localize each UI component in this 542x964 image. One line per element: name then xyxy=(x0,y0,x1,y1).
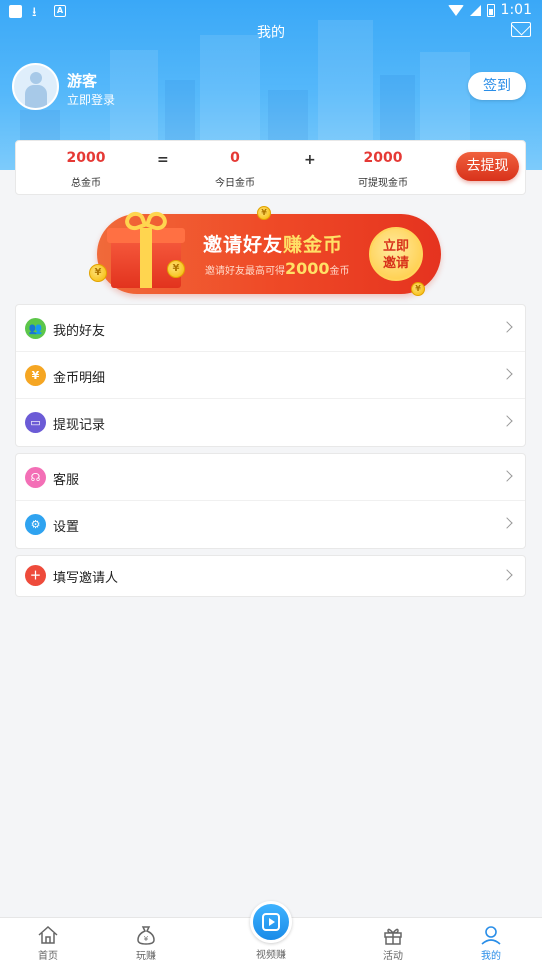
coin-summary-card: 2000 总金币 = 0 今日金币 + 2000 可提现金币 去提现 xyxy=(15,140,526,195)
menu-item-fill-inviter[interactable]: ＋ 填写邀请人 xyxy=(16,556,525,596)
menu-item-friends[interactable]: 👥 我的好友 xyxy=(16,305,525,352)
person-icon xyxy=(481,926,501,945)
chevron-right-icon xyxy=(501,517,513,529)
mail-icon[interactable] xyxy=(511,22,531,37)
coin-icon: ¥ xyxy=(411,282,425,296)
chevron-right-icon xyxy=(501,368,513,380)
today-coins-value: 0 xyxy=(230,150,240,166)
friends-icon: 👥 xyxy=(25,318,46,339)
notification-square-icon xyxy=(9,5,22,18)
video-play-icon xyxy=(262,913,280,931)
tab-video-earn[interactable] xyxy=(250,901,292,943)
money-bag-icon: ¥ xyxy=(137,926,155,945)
invite-line2: 邀请 xyxy=(382,256,409,271)
tab-mine[interactable]: 我的 xyxy=(451,918,531,964)
login-link[interactable]: 立即登录 xyxy=(67,91,115,108)
chevron-right-icon xyxy=(501,470,513,482)
gear-icon: ⚙ xyxy=(25,514,46,535)
withdrawable-coins: 2000 可提现金币 xyxy=(333,150,433,189)
withdrawable-coins-value: 2000 xyxy=(363,150,403,166)
invite-line1: 立即 xyxy=(382,239,409,254)
menu-item-label: 我的好友 xyxy=(53,324,106,339)
today-coins: 0 今日金币 xyxy=(185,150,285,189)
coin-icon: ¥ xyxy=(89,264,107,282)
tab-label: 视频赚 xyxy=(256,950,286,961)
banner-title-part2: 赚金币 xyxy=(283,234,344,256)
tab-play-earn[interactable]: ¥ 玩赚 xyxy=(106,918,186,964)
menu-item-label: 金币明细 xyxy=(53,371,106,386)
gift-icon xyxy=(384,928,402,945)
menu-item-customer-service[interactable]: ☊ 客服 xyxy=(16,454,525,501)
avatar[interactable] xyxy=(12,63,59,110)
plus-sign: + xyxy=(304,152,316,168)
chevron-right-icon xyxy=(501,321,513,333)
banner-subtitle-prefix: 邀请好友最高可得 xyxy=(205,266,285,277)
battery-icon xyxy=(486,3,495,17)
checkin-button[interactable]: 签到 xyxy=(468,72,526,100)
total-coins-label: 总金币 xyxy=(71,178,101,189)
withdraw-button[interactable]: 去提现 xyxy=(456,152,519,181)
equals-sign: = xyxy=(157,152,169,168)
menu-item-label: 设置 xyxy=(53,520,80,535)
banner-subtitle-suffix: 金币 xyxy=(329,266,350,277)
total-coins-value: 2000 xyxy=(66,150,106,166)
headset-icon: ☊ xyxy=(25,467,46,488)
add-person-icon: ＋ xyxy=(25,565,46,586)
chevron-right-icon xyxy=(501,415,513,427)
menu-item-label: 客服 xyxy=(53,473,80,488)
total-coins: 2000 总金币 xyxy=(36,150,136,189)
tab-label: 活动 xyxy=(383,951,403,962)
today-coins-label: 今日金币 xyxy=(215,178,255,189)
menu-item-settings[interactable]: ⚙ 设置 xyxy=(16,501,525,548)
banner-subtitle-amount: 2000 xyxy=(285,259,330,278)
banner-title-part1: 邀请好友 xyxy=(203,234,284,256)
coin-icon: ¥ xyxy=(167,260,185,278)
signal-icon xyxy=(469,4,481,16)
menu-item-label: 提现记录 xyxy=(53,418,106,433)
status-bar: ⭳ A 1:01 xyxy=(0,0,542,24)
svg-text:¥: ¥ xyxy=(144,935,149,943)
menu-item-withdraw-records[interactable]: ▭ 提现记录 xyxy=(16,399,525,446)
wifi-icon xyxy=(447,4,464,16)
banner-subtitle: 邀请好友最高可得2000金币 xyxy=(205,259,350,278)
yuan-icon: ¥ xyxy=(25,365,46,386)
invite-now-button[interactable]: 立即 邀请 xyxy=(369,227,423,281)
wallet-icon: ▭ xyxy=(25,412,46,433)
tab-label: 我的 xyxy=(481,951,501,962)
banner-title: 邀请好友赚金币 xyxy=(203,230,343,257)
status-time: 1:01 xyxy=(500,2,532,18)
home-icon xyxy=(38,925,58,944)
menu-item-coin-details[interactable]: ¥ 金币明细 xyxy=(16,352,525,399)
menu-group-account: 👥 我的好友 ¥ 金币明细 ▭ 提现记录 xyxy=(15,304,526,447)
menu-item-label: 填写邀请人 xyxy=(53,571,119,586)
withdrawable-coins-label: 可提现金币 xyxy=(358,178,408,189)
tab-home[interactable]: 首页 xyxy=(8,918,88,964)
page-title: 我的 xyxy=(257,25,285,41)
tab-label: 玩赚 xyxy=(136,951,156,962)
invite-banner[interactable]: ¥ ¥ ¥ ¥ 邀请好友赚金币 邀请好友最高可得2000金币 立即 邀请 xyxy=(85,198,457,298)
menu-group-support: ☊ 客服 ⚙ 设置 xyxy=(15,453,526,549)
chevron-right-icon xyxy=(501,569,513,581)
coin-icon: ¥ xyxy=(257,206,271,220)
menu-group-inviter: ＋ 填写邀请人 xyxy=(15,555,526,597)
tab-activity[interactable]: 活动 xyxy=(353,918,433,964)
user-name: 游客 xyxy=(67,72,98,90)
app-notification-icon: A xyxy=(54,5,66,17)
tab-label: 首页 xyxy=(38,951,58,962)
